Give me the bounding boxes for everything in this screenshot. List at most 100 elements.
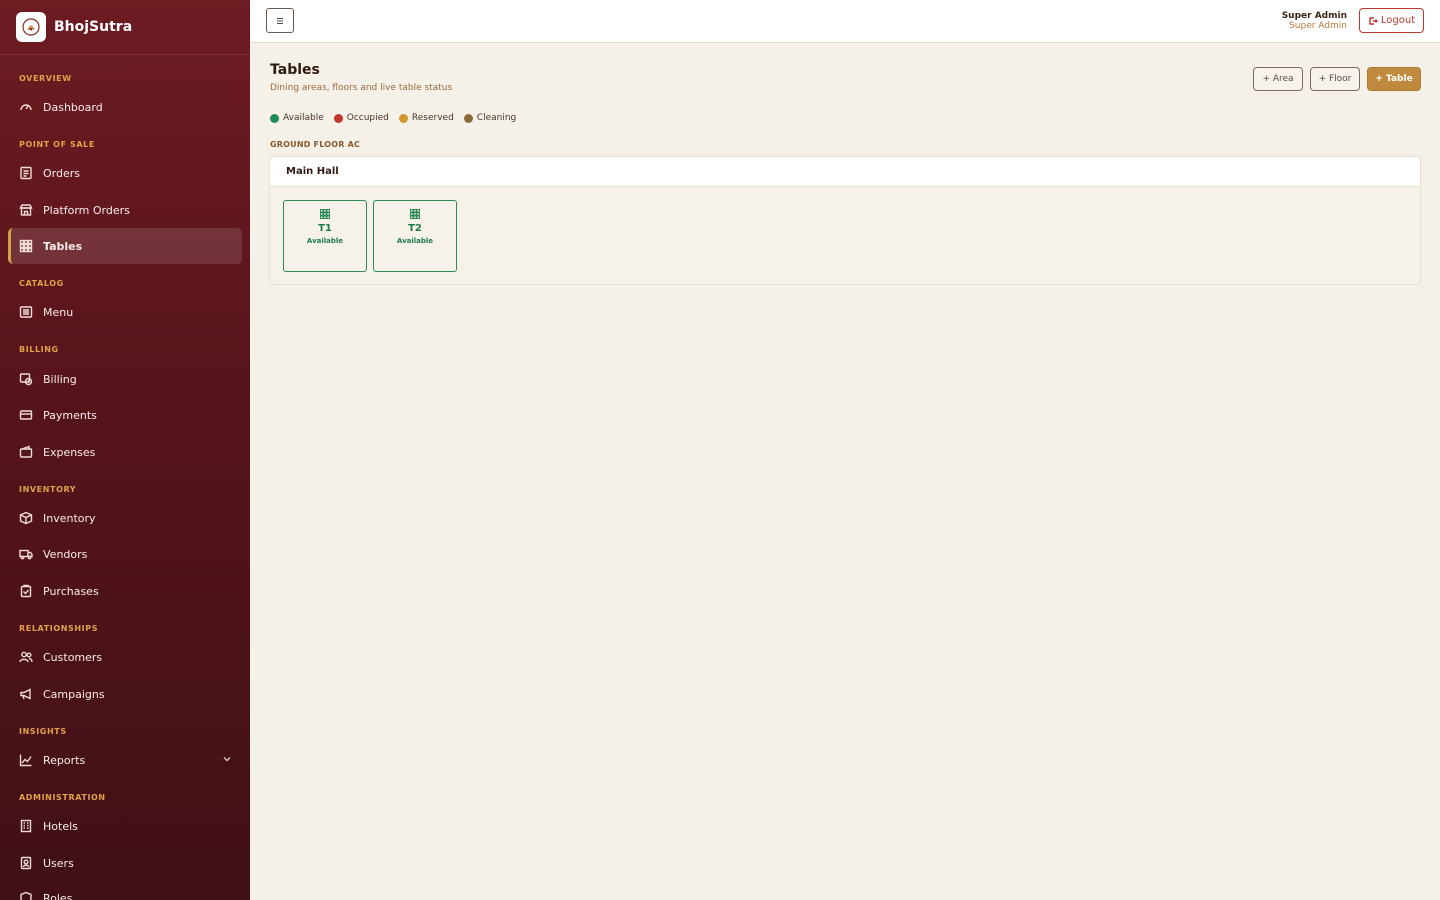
sidebar-item-platform-orders[interactable]: Platform Orders [8, 192, 242, 228]
section-catalog: CATALOG [19, 279, 64, 288]
megaphone-icon [19, 687, 33, 701]
legend-label: Reserved [411, 113, 454, 123]
area-card: Main Hall T1 Available T2 Available [269, 156, 1421, 285]
sidebar-item-label: Purchases [43, 584, 99, 598]
sidebar-item-dashboard[interactable]: Dashboard [8, 89, 242, 125]
add-area-button[interactable]: + Area [1253, 67, 1303, 91]
sidebar: BhojSutra OVERVIEW Dashboard POINT OF SA… [0, 0, 250, 900]
table-name: T2 [408, 223, 422, 234]
page-title: Tables [270, 62, 320, 78]
sidebar-item-campaigns[interactable]: Campaigns [8, 676, 242, 712]
section-overview: OVERVIEW [19, 74, 72, 83]
sidebar-item-label: Platform Orders [43, 203, 130, 217]
user-name: Super Admin [1281, 11, 1347, 21]
user-info: Super Admin Super Admin [1282, 11, 1347, 31]
line-chart-icon [19, 753, 33, 767]
sidebar-item-label: Orders [43, 166, 80, 180]
add-floor-button[interactable]: + Floor [1310, 67, 1360, 91]
available-dot [270, 113, 279, 123]
shield-icon [19, 891, 33, 900]
credit-card-icon [19, 408, 33, 422]
clipboard-check-icon [19, 584, 33, 598]
sidebar-item-customers[interactable]: Customers [8, 639, 242, 675]
table-tile-t2[interactable]: T2 Available [373, 200, 457, 272]
legend-reserved: Reserved [398, 113, 454, 123]
area-name: Main Hall [270, 157, 1420, 187]
sidebar-item-label: Expenses [43, 445, 96, 459]
sidebar-item-vendors[interactable]: Vendors [8, 536, 242, 572]
topbar: Super Admin Super Admin Logout [250, 0, 1440, 43]
legend-occupied: Occupied [333, 113, 389, 123]
users-icon [19, 650, 33, 664]
sidebar-item-payments[interactable]: Payments [8, 397, 242, 433]
logout-button[interactable]: Logout [1359, 8, 1424, 33]
sidebar-item-label: Menu [43, 305, 74, 319]
section-administration: ADMINISTRATION [19, 793, 106, 802]
chevron-down-icon[interactable] [222, 754, 232, 764]
table-status: Available [306, 237, 344, 245]
menu-toggle-button[interactable] [266, 8, 294, 33]
sidebar-item-tables[interactable]: Tables [8, 228, 242, 264]
sidebar-item-label: Reports [43, 753, 86, 767]
wallet-icon [19, 445, 33, 459]
sidebar-item-label: Users [43, 856, 74, 870]
section-inventory: INVENTORY [19, 485, 77, 494]
sidebar-item-hotels[interactable]: Hotels [8, 808, 242, 844]
reserved-dot [398, 113, 408, 123]
sidebar-item-label: Hotels [43, 819, 78, 833]
user-badge-icon [19, 856, 33, 870]
section-pos: POINT OF SALE [19, 140, 95, 149]
cleaning-dot [463, 113, 473, 123]
brand-logo-icon [16, 12, 46, 42]
sidebar-item-roles[interactable]: Roles [8, 880, 242, 900]
sidebar-item-label: Tables [43, 239, 83, 253]
grid-icon [19, 239, 33, 253]
sidebar-item-label: Billing [43, 372, 77, 386]
status-legend: Available Occupied Reserved Cleaning [270, 113, 526, 123]
brand[interactable]: BhojSutra [0, 0, 250, 55]
legend-label: Occupied [346, 113, 389, 123]
sidebar-item-label: Customers [43, 650, 103, 664]
list-icon [19, 305, 33, 319]
logout-label: Logout [1380, 15, 1416, 26]
floor-label: GROUND FLOOR AC [270, 140, 361, 149]
page-subtitle: Dining areas, floors and live table stat… [270, 83, 453, 93]
table-grid-icon [410, 209, 420, 219]
legend-label: Cleaning [476, 113, 517, 123]
sidebar-item-label: Roles [43, 891, 73, 900]
sidebar-item-label: Payments [43, 408, 97, 422]
legend-cleaning: Cleaning [463, 113, 517, 123]
user-role: Super Admin [1289, 21, 1347, 31]
sidebar-item-orders[interactable]: Orders [8, 155, 242, 191]
bill-icon [19, 372, 33, 386]
add-table-button[interactable]: + Table [1367, 67, 1421, 91]
table-grid-icon [320, 209, 330, 219]
legend-label: Available [283, 113, 324, 123]
section-insights: INSIGHTS [19, 727, 67, 736]
section-billing: BILLING [19, 345, 59, 354]
section-relationships: RELATIONSHIPS [19, 624, 99, 633]
store-icon [19, 203, 33, 217]
sidebar-item-label: Vendors [43, 547, 88, 561]
table-name: T1 [318, 223, 332, 234]
sidebar-item-label: Inventory [43, 511, 96, 525]
occupied-dot [333, 113, 343, 123]
sidebar-item-users[interactable]: Users [8, 845, 242, 881]
building-icon [19, 819, 33, 833]
gauge-icon [19, 100, 33, 114]
brand-name: BhojSutra [54, 19, 133, 35]
sidebar-item-billing[interactable]: Billing [8, 361, 242, 397]
sidebar-item-reports[interactable]: Reports [8, 742, 242, 778]
table-tile-t1[interactable]: T1 Available [283, 200, 367, 272]
sidebar-item-expenses[interactable]: Expenses [8, 434, 242, 470]
hamburger-icon [277, 17, 283, 24]
box-icon [19, 511, 33, 525]
truck-icon [19, 547, 33, 561]
table-status: Available [396, 237, 434, 245]
sidebar-item-menu[interactable]: Menu [8, 294, 242, 330]
sidebar-item-inventory[interactable]: Inventory [8, 500, 242, 536]
sidebar-item-label: Dashboard [43, 100, 103, 114]
logout-icon [1369, 16, 1378, 25]
legend-available: Available [270, 113, 324, 123]
sidebar-item-purchases[interactable]: Purchases [8, 573, 242, 609]
